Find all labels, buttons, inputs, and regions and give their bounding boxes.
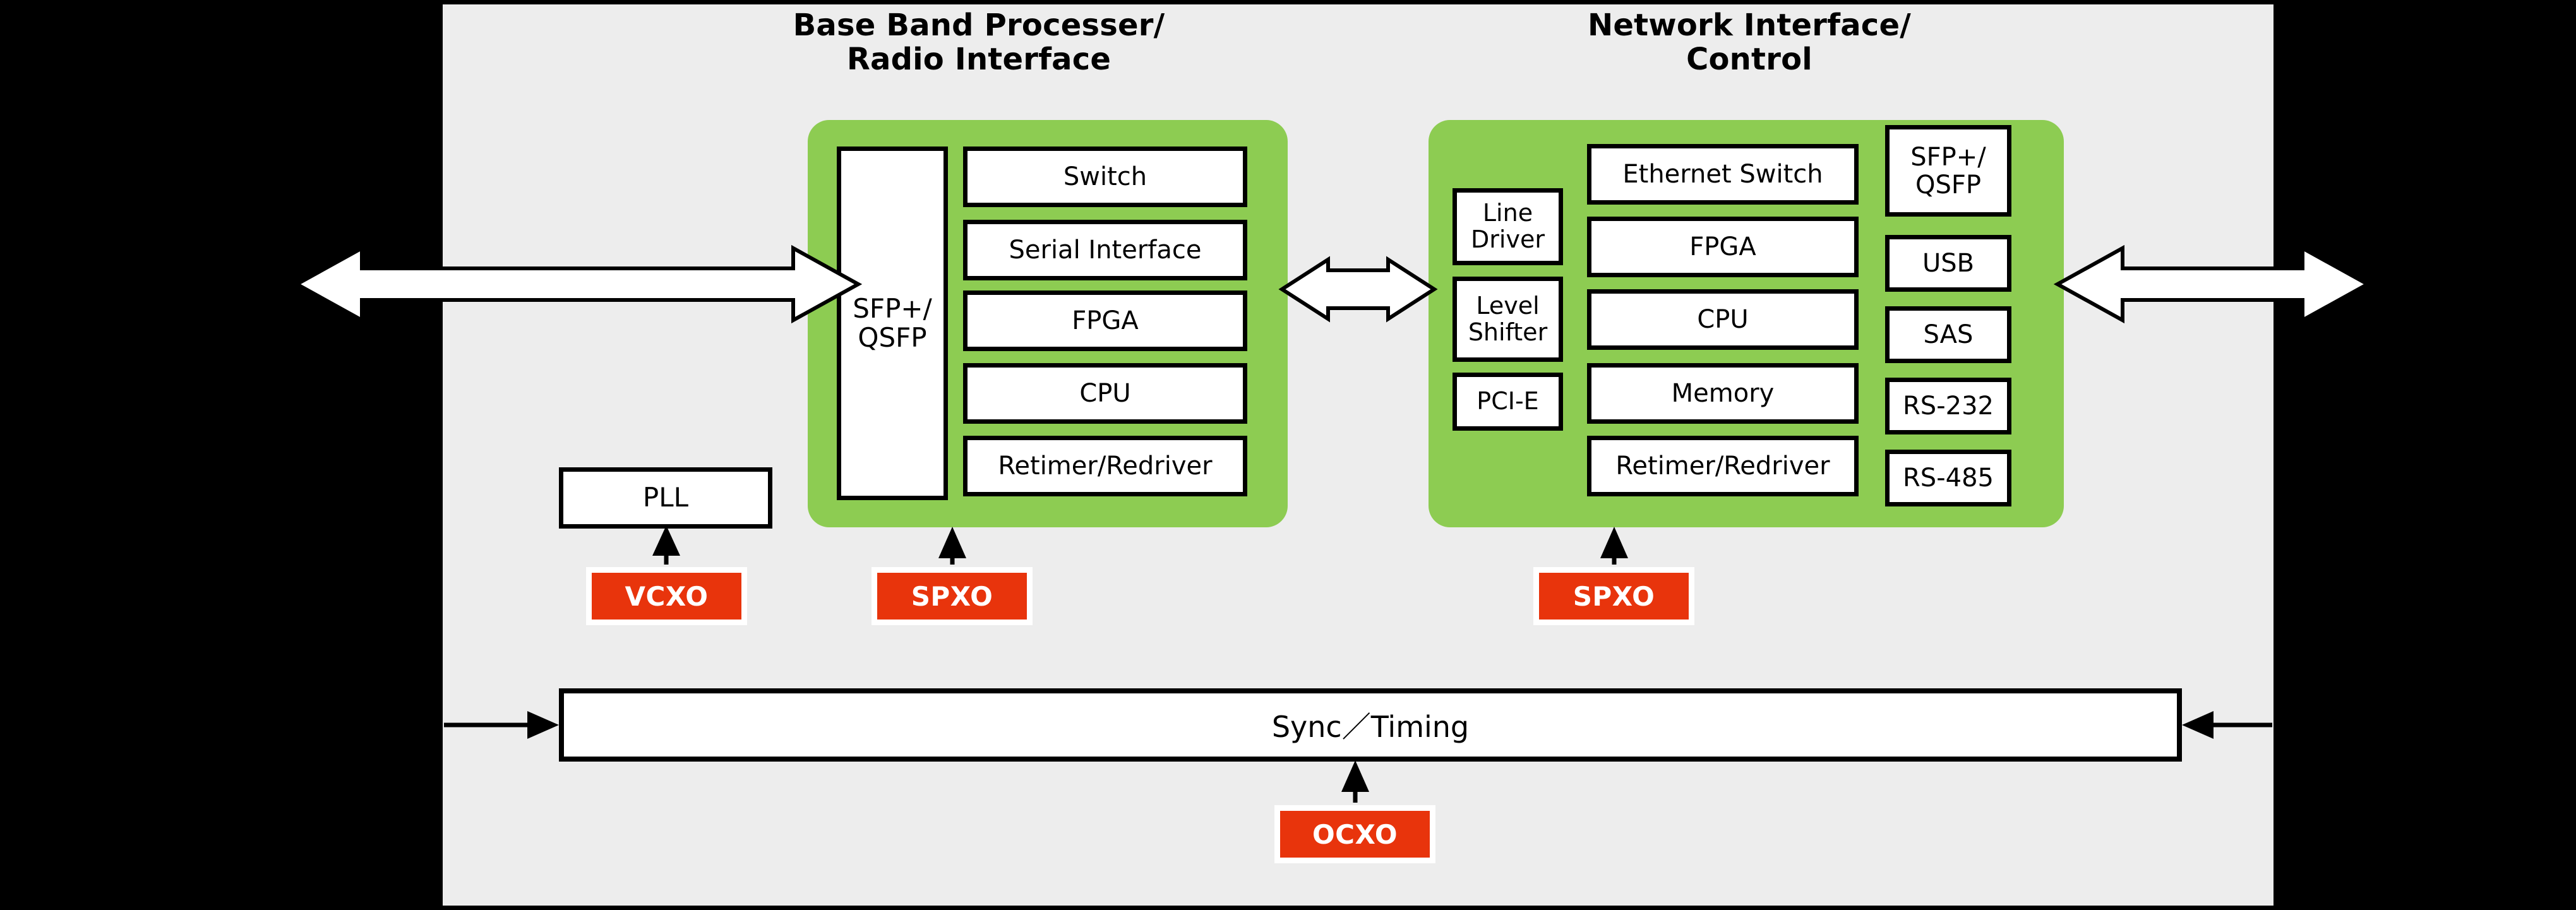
network-block-usb[interactable]: USB (1885, 235, 2011, 292)
oscillator-spxo-network[interactable]: SPXO (1533, 567, 1694, 625)
oscillator-vcxo[interactable]: VCXO (586, 567, 747, 625)
network-block-memory[interactable]: Memory (1587, 363, 1859, 424)
network-block-sfp-qsfp[interactable]: SFP+/ QSFP (1885, 125, 2011, 217)
oscillator-spxo-baseband[interactable]: SPXO (872, 567, 1033, 625)
baseband-section-title: Base Band Processer/ Radio Interface (793, 8, 1165, 77)
network-block-level-shifter[interactable]: Level Shifter (1453, 277, 1563, 362)
network-block-rs-232[interactable]: RS-232 (1885, 378, 2011, 434)
network-block-pci-e[interactable]: PCI-E (1453, 373, 1563, 431)
baseband-sfp-qsfp-box[interactable]: SFP+/ QSFP (837, 147, 948, 500)
diagram-canvas: Base Band Processer/ Radio Interface Net… (0, 0, 2576, 910)
network-block-rs-485[interactable]: RS-485 (1885, 450, 2011, 506)
network-block-cpu[interactable]: CPU (1587, 289, 1859, 350)
network-section-title: Network Interface/ Control (1588, 8, 1911, 77)
baseband-block-serial-interface[interactable]: Serial Interface (963, 220, 1247, 280)
network-block-retimer-redriver[interactable]: Retimer/Redriver (1587, 436, 1859, 496)
oscillator-ocxo[interactable]: OCXO (1274, 805, 1435, 863)
baseband-block-retimer-redriver[interactable]: Retimer/Redriver (963, 436, 1247, 496)
network-block-fpga[interactable]: FPGA (1587, 217, 1859, 277)
network-block-line-driver[interactable]: Line Driver (1453, 188, 1563, 265)
pll-box[interactable]: PLL (559, 467, 772, 529)
sync-timing-bar[interactable]: Sync／Timing (559, 688, 2182, 762)
baseband-block-cpu[interactable]: CPU (963, 363, 1247, 424)
baseband-block-switch[interactable]: Switch (963, 147, 1247, 207)
network-block-ethernet-switch[interactable]: Ethernet Switch (1587, 144, 1859, 205)
baseband-block-fpga[interactable]: FPGA (963, 290, 1247, 351)
network-block-sas[interactable]: SAS (1885, 306, 2011, 363)
